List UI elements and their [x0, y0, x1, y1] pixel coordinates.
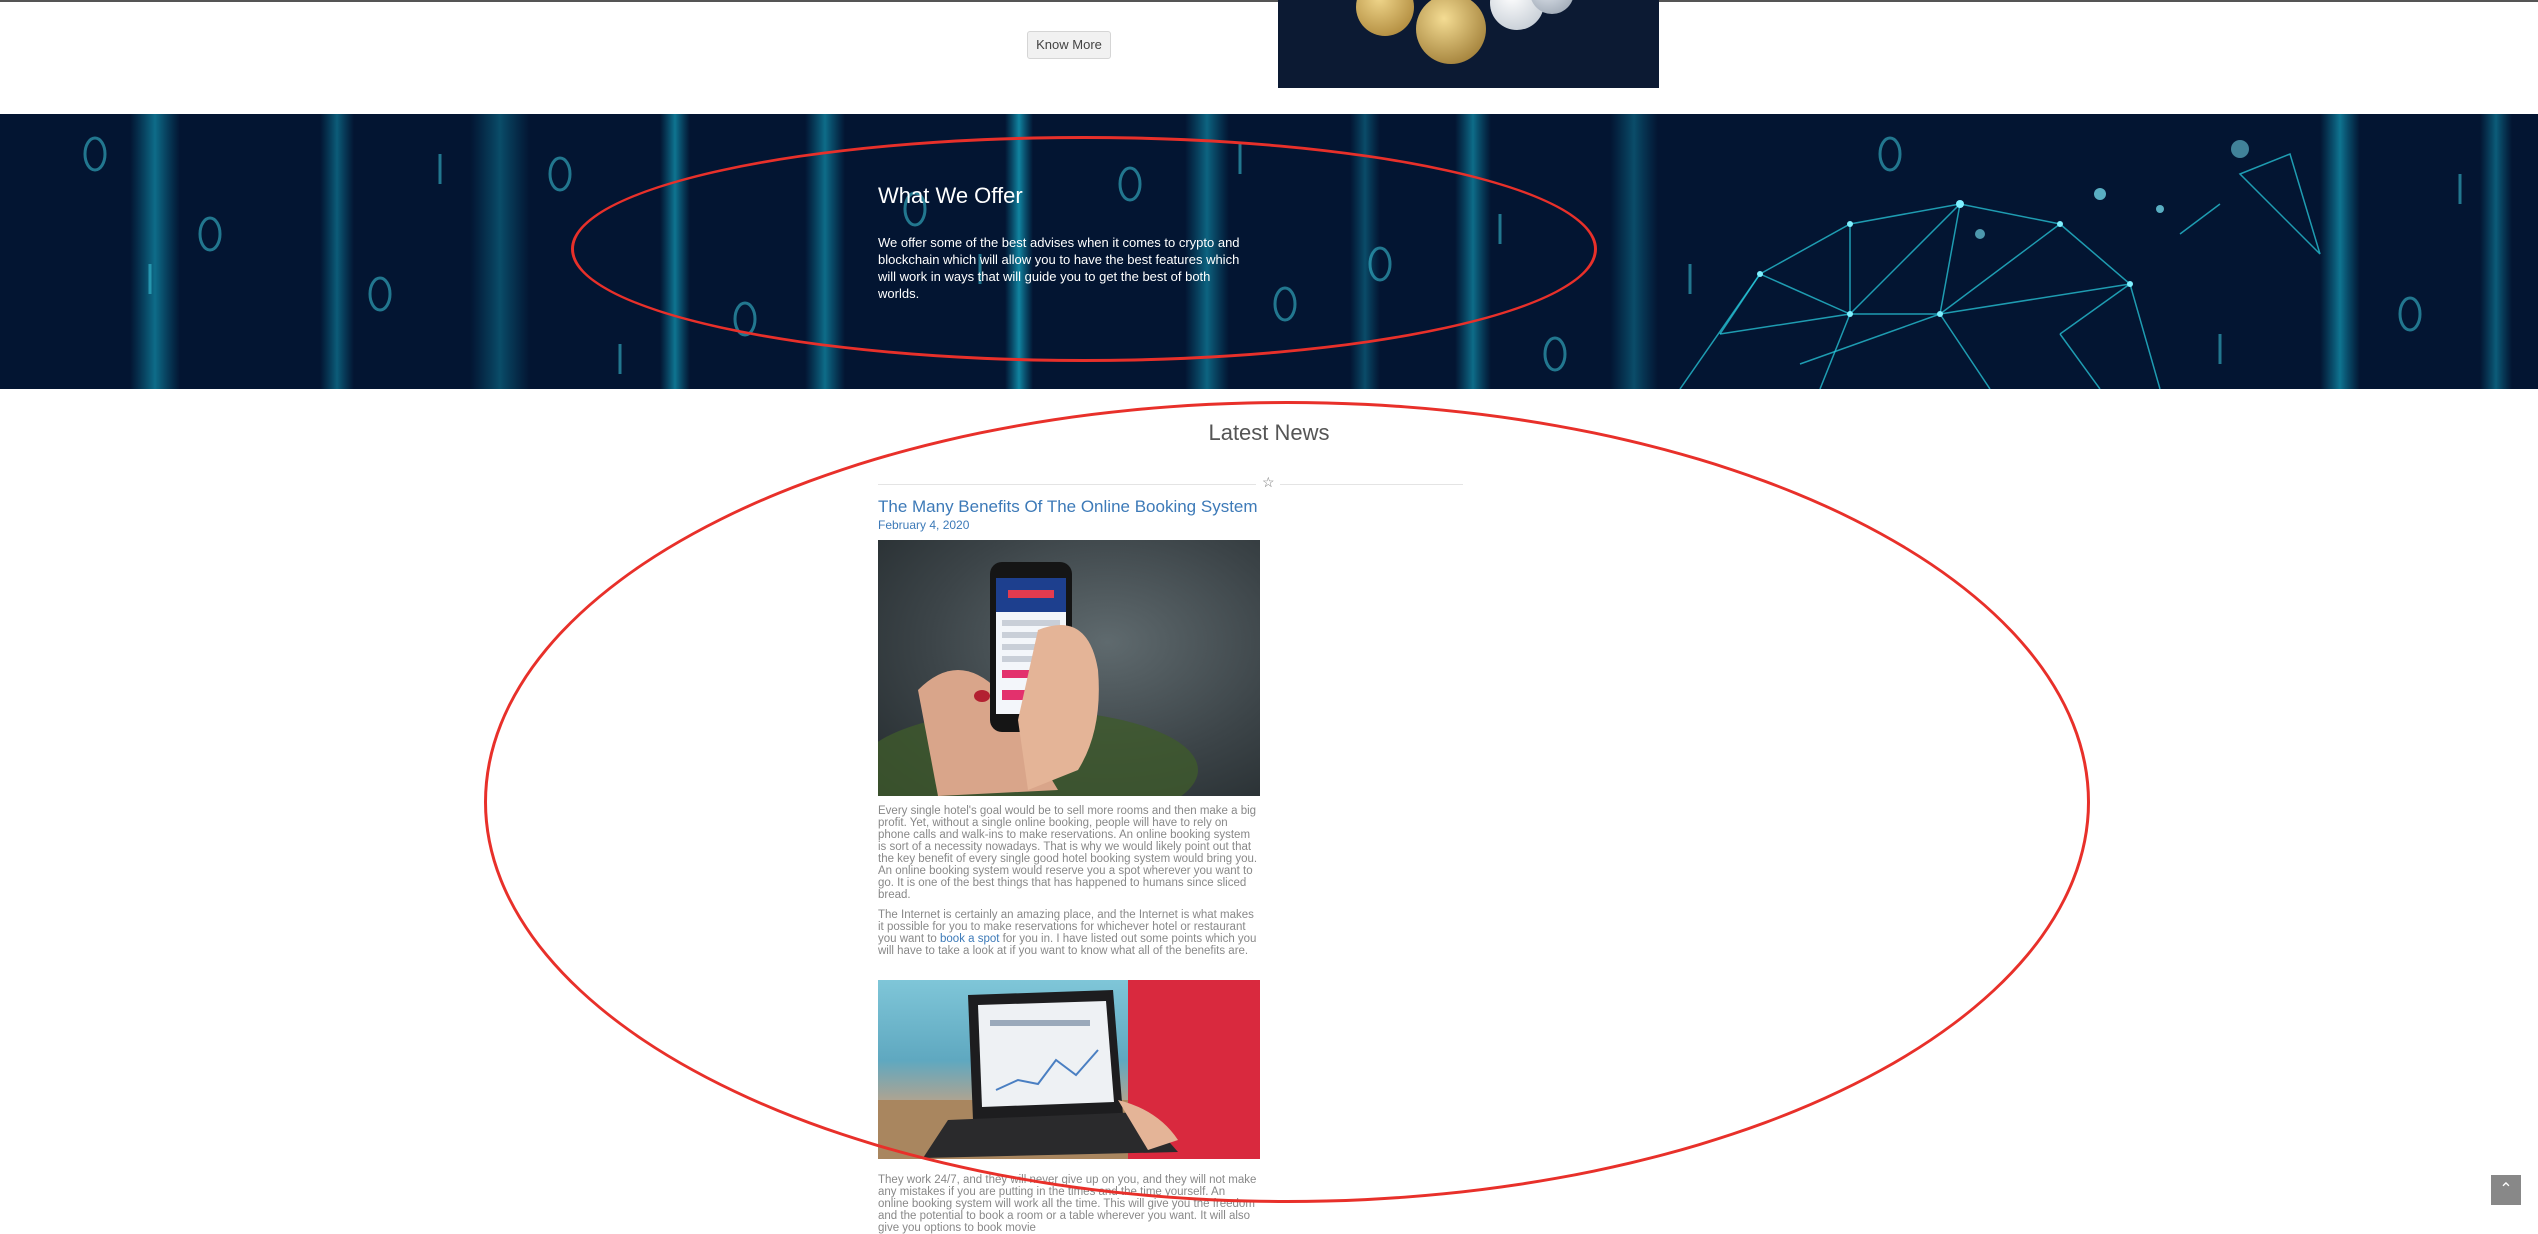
post-paragraph: Every single hotel's goal would be to se…	[878, 805, 1258, 901]
laptop-illustration	[878, 980, 1260, 1159]
post-paragraph: They work 24/7, and they will never give…	[878, 1174, 1257, 1234]
post-title-link[interactable]: The Many Benefits Of The Online Booking …	[878, 497, 1258, 517]
know-more-button[interactable]: Know More	[1027, 31, 1111, 59]
binary-network-background	[0, 114, 2538, 389]
divider-line	[1280, 484, 1463, 485]
post-date: February 4, 2020	[878, 518, 970, 532]
annotation-ellipse	[484, 401, 2090, 1203]
phone-in-hand-illustration	[878, 562, 1198, 796]
laptop-photo	[878, 980, 1260, 1159]
post-paragraph: The Internet is certainly an amazing pla…	[878, 909, 1258, 957]
latest-news-heading: Latest News	[1208, 420, 1330, 445]
offer-title: What We Offer	[878, 183, 1023, 208]
top-border	[0, 0, 2538, 2]
book-a-spot-link[interactable]: book a spot	[940, 933, 999, 945]
divider-line	[878, 484, 1256, 485]
star-icon: ☆	[1262, 474, 1275, 490]
crypto-coins-image	[1278, 0, 1659, 88]
chevron-up-icon[interactable]: ⌃	[2491, 1175, 2521, 1205]
phone-booking-photo	[878, 540, 1260, 796]
offer-text: We offer some of the best advises when i…	[878, 235, 1240, 301]
what-we-offer-banner: What We Offer We offer some of the best …	[0, 114, 2538, 389]
